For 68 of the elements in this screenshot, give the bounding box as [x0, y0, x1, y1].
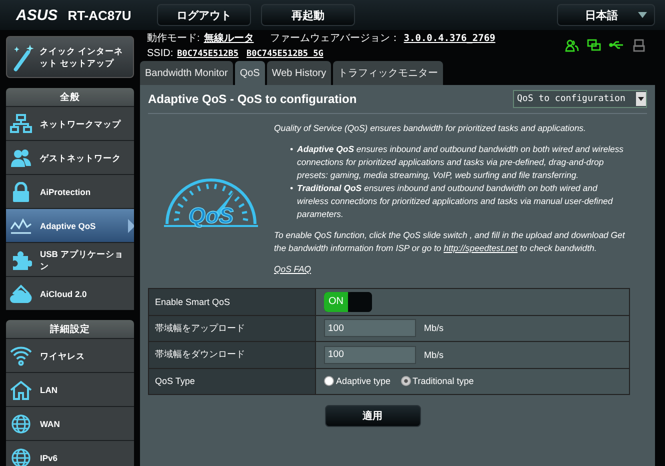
ssid-link[interactable]: B0C745E512B5 [177, 49, 239, 59]
nav-item[interactable]: ゲストネットワーク [6, 140, 134, 174]
windows-icon[interactable] [587, 38, 601, 52]
ssid-label: SSID: [147, 48, 174, 59]
globe-icon [10, 414, 32, 434]
bandwidth-input[interactable]: 100 [324, 346, 416, 364]
mode-link[interactable]: 無線ルータ [204, 31, 254, 45]
setting-label: Enable Smart QoS [149, 289, 316, 314]
lock-icon [10, 182, 32, 202]
mode-label: 動作モード: [147, 32, 200, 45]
intro-text: Quality of Service (QoS) ensures bandwidth for prioritized tasks and applications. [274, 122, 587, 135]
bullet-marker: • [290, 143, 294, 156]
tab[interactable]: トラフィックモニター [333, 61, 444, 85]
instructions-text: To enable QoS function, click the QoS slide switch , and fill in the upload and download Get the bandwidth information from ISP or go to http://speedtest.net to check bandwidth. [274, 229, 626, 255]
unit-label: Mb/s [424, 350, 444, 360]
nav-item[interactable]: LAN [6, 372, 134, 406]
puzzle-icon [10, 250, 32, 270]
tab[interactable]: Web History [266, 61, 332, 85]
nav-item[interactable]: IPv6 [6, 440, 134, 466]
nav-item[interactable]: ワイヤレス [6, 338, 134, 372]
nav-item[interactable]: AiProtection [6, 174, 134, 208]
caret-icon [638, 12, 647, 18]
model-name: RT-AC87U [68, 8, 132, 22]
bullet-text: Adaptive QoS ensures inbound and outbound bandwidth on both wired and wireless connections for prioritized applications and tasks via pre-defined, drag-and-drop presets: gaming, media streaming, VoIP, web surfing and file transferring. [297, 143, 625, 182]
speedometer-logo: QoS [162, 170, 260, 228]
line-chart-icon [10, 216, 32, 236]
bullet-text: Traditional QoS ensures inbound and outbound bandwidth on both wired and wireless connections for prioritized applications and tasks via manual user-defined parameters. [297, 182, 614, 221]
setting-label: 帯域幅をアップロード [149, 316, 316, 341]
header-button[interactable]: 再起動 [261, 4, 355, 26]
language-select[interactable]: 日本語 [557, 4, 655, 26]
network-icon [10, 114, 32, 134]
radio-option[interactable]: Adaptive type [324, 376, 391, 386]
printer-icon[interactable] [633, 38, 645, 52]
speedtest-link[interactable]: http://speedtest.net [444, 243, 518, 253]
tab[interactable]: Bandwidth Monitor [140, 61, 233, 85]
firmware-label: ファームウェアバージョン： [270, 32, 400, 45]
apply-button[interactable]: 適用 [324, 405, 420, 427]
caret-icon [638, 97, 644, 101]
nav-item[interactable]: Adaptive QoS [6, 208, 134, 242]
setting-label: 帯域幅をダウンロード [149, 342, 316, 368]
globe-icon [10, 448, 32, 466]
cloud-icon [10, 284, 32, 304]
header-button[interactable]: ログアウト [157, 4, 251, 26]
brand-logo: ASUS [16, 6, 58, 24]
house-icon [10, 380, 32, 400]
firmware-link[interactable]: 3.0.0.4.376_2769 [404, 33, 496, 44]
radio-option[interactable]: Traditional type [400, 376, 474, 386]
unit-label: Mb/s [424, 323, 444, 334]
wifi-icon [10, 346, 32, 366]
quick-setup-button[interactable]: クイック インターネット セットアップ [6, 36, 134, 78]
nav-item[interactable]: USB アプリケーション [6, 242, 134, 276]
section-heading: 全般 [6, 88, 134, 106]
nav-item[interactable]: AiCloud 2.0 [6, 276, 134, 310]
mode-select[interactable]: QoS to configuration [513, 90, 647, 108]
ssid-link[interactable]: B0C745E512B5_5G [246, 49, 324, 59]
pointer-icon [128, 219, 134, 233]
faq-link[interactable]: QoS FAQ [274, 264, 312, 274]
bullet-marker: • [290, 182, 294, 195]
section-heading: 詳細設定 [6, 320, 134, 338]
panel-title: Adaptive QoS - QoS to configuration [148, 92, 357, 106]
nav-item[interactable]: WAN [6, 406, 134, 440]
users-icon [10, 148, 32, 168]
users-icon[interactable] [565, 38, 579, 52]
bandwidth-input[interactable]: 100 [324, 319, 416, 338]
usb-icon[interactable] [609, 40, 625, 50]
tab[interactable]: QoS [234, 61, 265, 85]
setting-label: QoS Type [149, 368, 316, 394]
nav-item[interactable]: ネットワークマップ [6, 106, 134, 140]
